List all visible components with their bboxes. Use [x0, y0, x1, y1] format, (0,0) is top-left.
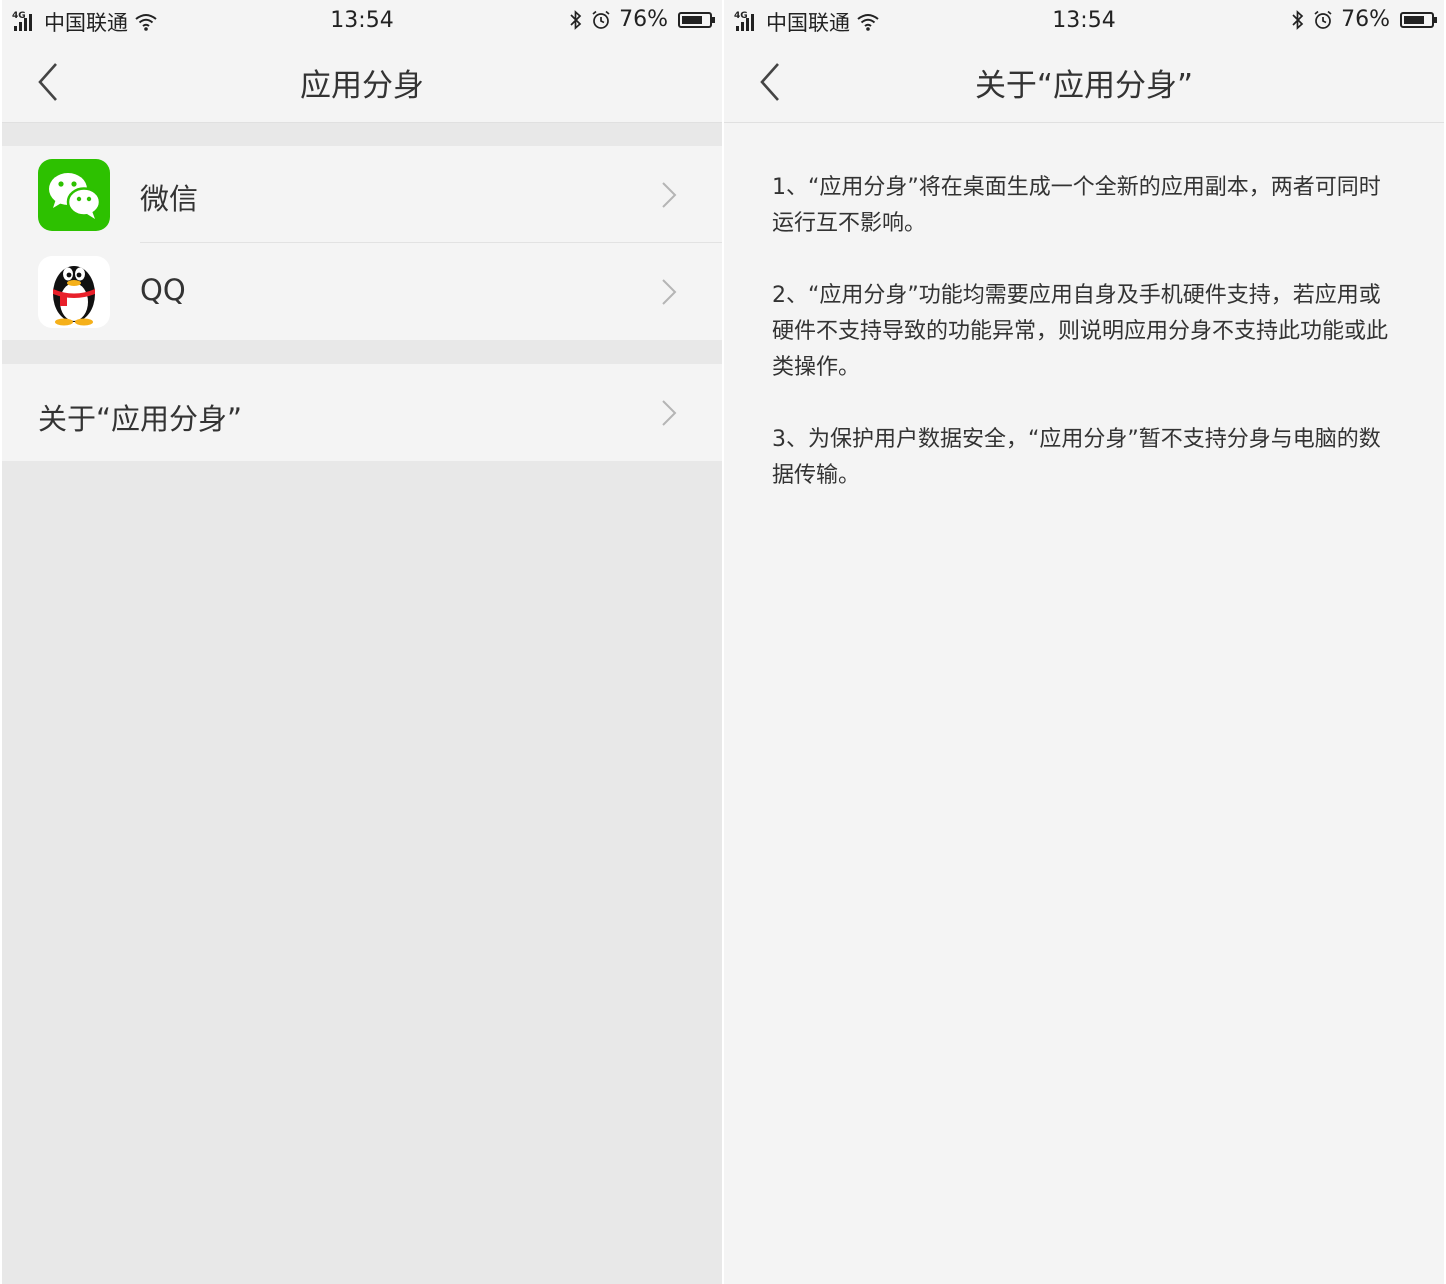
- about-paragraph-3: 3、为保护用户数据安全，“应用分身”暂不支持分身与电脑的数据传输。: [772, 427, 1381, 488]
- status-bar: 4G 中国联通 13:54 76%: [724, 0, 1444, 42]
- chevron-right-icon: [662, 279, 677, 305]
- battery-percent: 76%: [619, 7, 668, 32]
- battery-percent: 76%: [1341, 7, 1390, 32]
- chevron-right-icon: [662, 182, 677, 208]
- battery-icon: [1400, 11, 1437, 28]
- app-name: 微信: [140, 182, 199, 216]
- about-paragraph-2: 2、“应用分身”功能均需要应用自身及手机硬件支持，若应用或硬件不支持导致的功能异…: [772, 283, 1389, 380]
- wechat-icon: [38, 159, 110, 231]
- nav-bar: 关于“应用分身”: [724, 42, 1444, 123]
- bluetooth-icon: [570, 9, 582, 30]
- alarm-icon: [592, 10, 610, 29]
- app-name: QQ: [140, 273, 186, 307]
- page-title: 应用分身: [300, 68, 424, 104]
- app-row-wechat[interactable]: 微信: [2, 146, 722, 243]
- about-screen: 4G 中国联通 13:54 76% 关于“应用分身” 1、“应用分身”将在桌面生…: [724, 0, 1444, 1284]
- chevron-right-icon: [662, 400, 677, 426]
- about-content: 1、“应用分身”将在桌面生成一个全新的应用副本，两者可同时运行互不影响。 2、“…: [772, 170, 1400, 530]
- about-paragraph-1: 1、“应用分身”将在桌面生成一个全新的应用副本，两者可同时运行互不影响。: [772, 175, 1381, 236]
- app-clone-screen: 4G 中国联通 13:54 76% 应用分身 微信 QQ 关于“应用分身”: [2, 0, 722, 1284]
- about-label: 关于“应用分身”: [38, 402, 243, 436]
- status-bar: 4G 中国联通 13:54 76%: [2, 0, 722, 42]
- about-app-clone-item[interactable]: 关于“应用分身”: [2, 364, 722, 461]
- battery-icon: [678, 11, 715, 28]
- alarm-icon: [1314, 10, 1332, 29]
- page-title: 关于“应用分身”: [974, 68, 1194, 104]
- bluetooth-icon: [1292, 9, 1304, 30]
- app-list: 微信 QQ: [2, 146, 722, 340]
- nav-bar: 应用分身: [2, 42, 722, 123]
- about-group: 关于“应用分身”: [2, 364, 722, 461]
- qq-penguin-icon: [38, 256, 110, 328]
- app-row-qq[interactable]: QQ: [2, 243, 722, 340]
